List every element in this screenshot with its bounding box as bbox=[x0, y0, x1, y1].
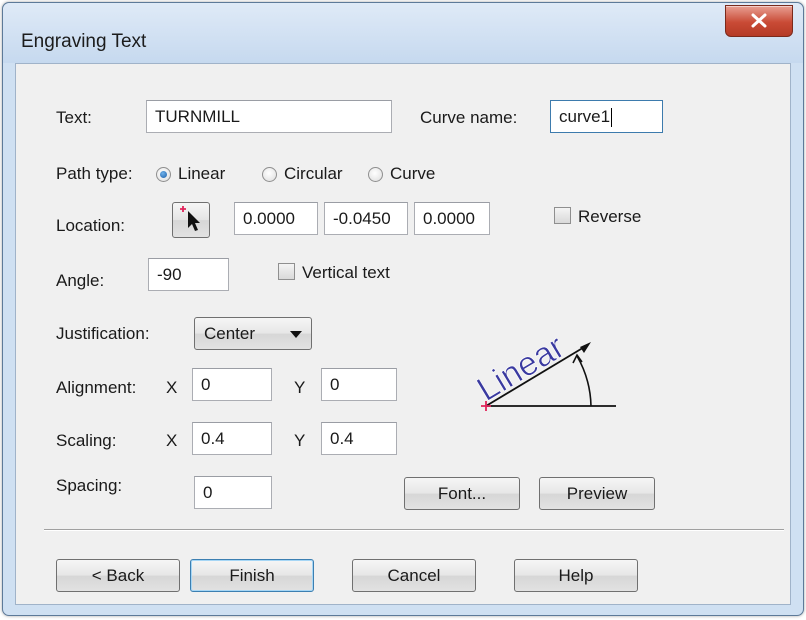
vertical-text-checkbox[interactable] bbox=[278, 263, 295, 280]
close-icon bbox=[751, 13, 767, 28]
angle-arc bbox=[576, 355, 592, 407]
radio-linear[interactable] bbox=[156, 167, 171, 182]
close-button[interactable] bbox=[725, 5, 793, 37]
radio-circular[interactable] bbox=[262, 167, 277, 182]
reverse-label[interactable]: Reverse bbox=[578, 207, 641, 227]
radio-circular-label[interactable]: Circular bbox=[284, 164, 343, 184]
path-type-preview-graphic: Linear bbox=[470, 327, 616, 411]
alignment-label: Alignment: bbox=[56, 378, 137, 397]
location-z-input[interactable]: 0.0000 bbox=[414, 202, 490, 235]
scaling-y-input[interactable]: 0.4 bbox=[321, 422, 397, 455]
scaling-y-label: Y bbox=[294, 431, 306, 450]
location-label: Location: bbox=[56, 216, 125, 235]
title-bar[interactable]: Engraving Text bbox=[3, 3, 803, 63]
finish-button[interactable]: Finish bbox=[190, 559, 314, 592]
separator-line bbox=[44, 529, 784, 531]
preview-linear-text: Linear bbox=[471, 328, 572, 409]
alignment-y-label: Y bbox=[294, 378, 306, 397]
dialog-body: Text: TURNMILL Curve name: curve1 Path t… bbox=[15, 63, 791, 605]
text-label: Text: bbox=[56, 108, 92, 127]
location-x-input[interactable]: 0.0000 bbox=[234, 202, 318, 235]
spacing-input[interactable]: 0 bbox=[194, 476, 272, 509]
justification-value: Center bbox=[204, 324, 256, 343]
arrowhead-icon bbox=[580, 342, 591, 353]
dialog-window: Engraving Text Text: TURNMILL Curve name… bbox=[2, 2, 804, 616]
curve-name-input[interactable]: curve1 bbox=[550, 100, 663, 133]
spacing-label: Spacing: bbox=[56, 476, 123, 495]
cancel-button[interactable]: Cancel bbox=[352, 559, 476, 592]
alignment-x-label: X bbox=[166, 378, 178, 397]
alignment-y-input[interactable]: 0 bbox=[321, 368, 397, 401]
dialog-title: Engraving Text bbox=[21, 31, 147, 52]
radio-linear-label[interactable]: Linear bbox=[178, 164, 225, 184]
curve-name-label: Curve name: bbox=[420, 108, 518, 127]
preview-button[interactable]: Preview bbox=[539, 477, 655, 510]
angle-input[interactable]: -90 bbox=[148, 258, 229, 291]
back-button[interactable]: < Back bbox=[56, 559, 180, 592]
justification-label: Justification: bbox=[56, 324, 150, 343]
text-cursor bbox=[611, 108, 613, 128]
scaling-x-label: X bbox=[166, 431, 178, 450]
cursor-pick-icon bbox=[180, 206, 200, 231]
help-button[interactable]: Help bbox=[514, 559, 638, 592]
text-input[interactable]: TURNMILL bbox=[146, 100, 392, 133]
justification-dropdown[interactable]: Center bbox=[194, 317, 312, 350]
vertical-text-label[interactable]: Vertical text bbox=[302, 263, 390, 283]
path-type-label: Path type: bbox=[56, 164, 133, 183]
reverse-checkbox[interactable] bbox=[554, 207, 571, 224]
angle-label: Angle: bbox=[56, 271, 105, 290]
font-button[interactable]: Font... bbox=[404, 477, 520, 510]
location-y-input[interactable]: -0.0450 bbox=[324, 202, 408, 235]
scaling-label: Scaling: bbox=[56, 431, 117, 450]
alignment-x-input[interactable]: 0 bbox=[192, 368, 272, 401]
radio-curve-label[interactable]: Curve bbox=[390, 164, 435, 184]
chevron-down-icon bbox=[290, 331, 302, 338]
pick-location-button[interactable] bbox=[172, 202, 210, 238]
radio-curve[interactable] bbox=[368, 167, 383, 182]
curve-name-value: curve1 bbox=[559, 107, 611, 126]
scaling-x-input[interactable]: 0.4 bbox=[192, 422, 272, 455]
